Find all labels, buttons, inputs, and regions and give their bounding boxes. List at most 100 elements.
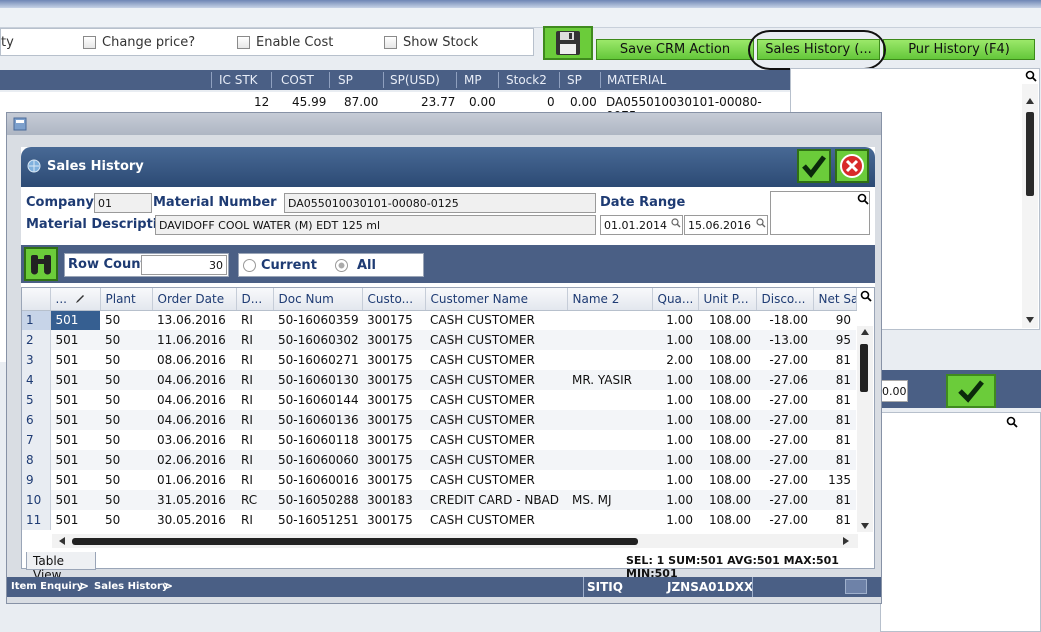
table-cell: -18.00 xyxy=(769,313,808,328)
table-row[interactable]: 5 501 50 04.06.2016 RI 50-16060144 300175 CASH … xyxy=(22,390,856,410)
col-header[interactable]: ... xyxy=(50,288,101,311)
search-icon[interactable] xyxy=(1006,416,1018,428)
scroll-down-icon[interactable] xyxy=(860,522,870,530)
table-row[interactable]: 3 501 50 08.06.2016 RI 50-16060271 300175 CASH … xyxy=(22,350,856,370)
table-cell: 300183 xyxy=(362,490,425,510)
search-icon[interactable] xyxy=(671,218,681,228)
cancel-button[interactable] xyxy=(835,149,869,183)
col-header[interactable]: Customer Name xyxy=(425,288,568,311)
table-row[interactable]: 11 501 50 30.05.2016 RI 50-16051251 300175 CASH… xyxy=(22,510,856,530)
checkbox-icon[interactable] xyxy=(237,36,250,49)
table-cell: 04.06.2016 xyxy=(157,393,226,407)
enable-cost-option[interactable]: Enable Cost xyxy=(237,35,333,50)
material-description-field[interactable]: DAVIDOFF COOL WATER (M) EDT 125 ml xyxy=(155,215,596,235)
breadcrumb-sales-history[interactable]: Sales History xyxy=(94,581,168,592)
table-cell: 501 xyxy=(50,410,100,430)
row-number[interactable]: 10 xyxy=(22,490,51,510)
company-field[interactable]: 01 xyxy=(94,193,152,213)
current-label: Current xyxy=(261,258,317,273)
row-number[interactable]: 11 xyxy=(22,510,51,530)
table-view-tab[interactable]: Table View xyxy=(26,552,96,582)
table-cell: RI xyxy=(241,513,253,527)
col-header[interactable]: Net Sale xyxy=(813,288,857,311)
table-cell: 50 xyxy=(105,393,121,407)
table-row[interactable]: 9 501 50 01.06.2016 RI 50-16060016 300175 CASH … xyxy=(22,470,856,490)
row-number[interactable]: 4 xyxy=(22,370,51,390)
table-row[interactable]: 1 501 50 13.06.2016 RI 50-16060359 300175 CASH … xyxy=(22,310,856,330)
table-cell xyxy=(567,510,652,530)
col-header[interactable]: Disco... xyxy=(756,288,814,311)
table-cell: CASH CUSTOMER xyxy=(430,473,535,487)
row-number[interactable]: 2 xyxy=(22,330,51,350)
ok-button[interactable] xyxy=(797,149,831,183)
search-icon[interactable] xyxy=(1025,70,1037,82)
row-number[interactable]: 6 xyxy=(22,410,51,430)
grid-horizontal-scrollbar-thumb[interactable] xyxy=(72,538,638,545)
search-field[interactable] xyxy=(770,191,870,235)
table-cell: RI xyxy=(241,393,253,407)
col-header[interactable]: Name 2 xyxy=(567,288,653,311)
table-cell: 11.06.2016 xyxy=(152,330,236,350)
table-cell: RI xyxy=(241,473,253,487)
table-cell xyxy=(567,450,652,470)
table-cell: 02.06.2016 xyxy=(152,450,236,470)
app-toolbar-strip xyxy=(0,8,1041,28)
right-scrollbar-thumb[interactable] xyxy=(1026,112,1034,196)
table-row[interactable]: 7 501 50 03.06.2016 RI 50-16060118 300175 CASH … xyxy=(22,430,856,450)
grid-vertical-scrollbar-thumb[interactable] xyxy=(860,344,868,392)
show-stock-option[interactable]: Show Stock xyxy=(384,35,478,50)
table-cell: 1.00 xyxy=(666,313,693,328)
col-header[interactable]: Doc Num xyxy=(273,288,363,311)
change-price-option[interactable]: Change price? xyxy=(83,35,195,50)
material-number-field[interactable]: DA055010030101-00080-0125 xyxy=(284,193,596,213)
save-crm-action-button[interactable]: Save CRM Action xyxy=(596,39,754,60)
table-cell: 50-16051251 xyxy=(278,513,359,527)
scroll-down-icon[interactable] xyxy=(1025,316,1035,324)
table-row[interactable]: 4 501 50 04.06.2016 RI 50-16060130 300175 CASH … xyxy=(22,370,856,390)
dialog-titlebar[interactable] xyxy=(7,113,881,135)
table-row[interactable]: 2 501 50 11.06.2016 RI 50-16060302 300175 CASH … xyxy=(22,330,856,350)
table-row[interactable]: 8 501 50 02.06.2016 RI 50-16060060 300175 CASH … xyxy=(22,450,856,470)
row-number[interactable]: 1 xyxy=(22,310,51,330)
col-header[interactable]: Custo... xyxy=(362,288,426,311)
row-number[interactable]: 9 xyxy=(22,470,51,490)
col-header[interactable]: Order Date xyxy=(152,288,237,311)
scroll-up-icon[interactable] xyxy=(860,328,870,336)
table-row[interactable]: 6 501 50 04.06.2016 RI 50-16060136 300175 CASH … xyxy=(22,410,856,430)
row-number[interactable]: 3 xyxy=(22,350,51,370)
table-cell: -27.00 xyxy=(769,513,808,527)
col-header[interactable]: Unit P... xyxy=(698,288,757,311)
search-icon[interactable] xyxy=(860,290,872,302)
row-number[interactable]: 7 xyxy=(22,430,51,450)
search-icon[interactable] xyxy=(756,218,766,228)
search-icon[interactable] xyxy=(857,193,869,205)
scroll-up-icon[interactable] xyxy=(1025,97,1035,105)
checkmark-icon xyxy=(958,380,984,403)
table-cell: CASH CUSTOMER xyxy=(425,370,567,390)
row-number[interactable]: 8 xyxy=(22,450,51,470)
table-cell: 501 xyxy=(50,370,100,390)
table-row[interactable]: 10 501 50 31.05.2016 RC 50-16050288 300183 CRED… xyxy=(22,490,856,510)
all-radio[interactable] xyxy=(335,259,348,272)
row-count-label: Row Count xyxy=(68,257,147,272)
find-button[interactable] xyxy=(24,247,58,281)
checkbox-icon[interactable] xyxy=(384,36,397,49)
scroll-left-icon[interactable] xyxy=(58,536,66,546)
col-material: MATERIAL xyxy=(607,73,667,87)
col-header[interactable]: Qua... xyxy=(652,288,699,311)
confirm-button[interactable] xyxy=(946,374,996,408)
sales-history-header: Sales History xyxy=(21,147,875,187)
save-button[interactable] xyxy=(543,26,593,60)
col-header[interactable]: D... xyxy=(236,288,274,311)
col-header[interactable]: Plant xyxy=(100,288,153,311)
row-count-input[interactable]: 30 xyxy=(141,255,227,275)
current-radio[interactable] xyxy=(243,259,256,272)
amount-input[interactable]: 0.00 xyxy=(880,380,908,402)
checkbox-icon[interactable] xyxy=(83,36,96,49)
breadcrumb-item-enquiry[interactable]: Item Enquiry xyxy=(11,581,83,592)
scroll-right-icon[interactable] xyxy=(842,536,850,546)
row-number[interactable]: 5 xyxy=(22,390,51,410)
pur-history-button[interactable]: Pur History (F4) xyxy=(883,39,1035,60)
show-stock-label: Show Stock xyxy=(403,35,479,50)
table-cell: RC xyxy=(236,490,273,510)
